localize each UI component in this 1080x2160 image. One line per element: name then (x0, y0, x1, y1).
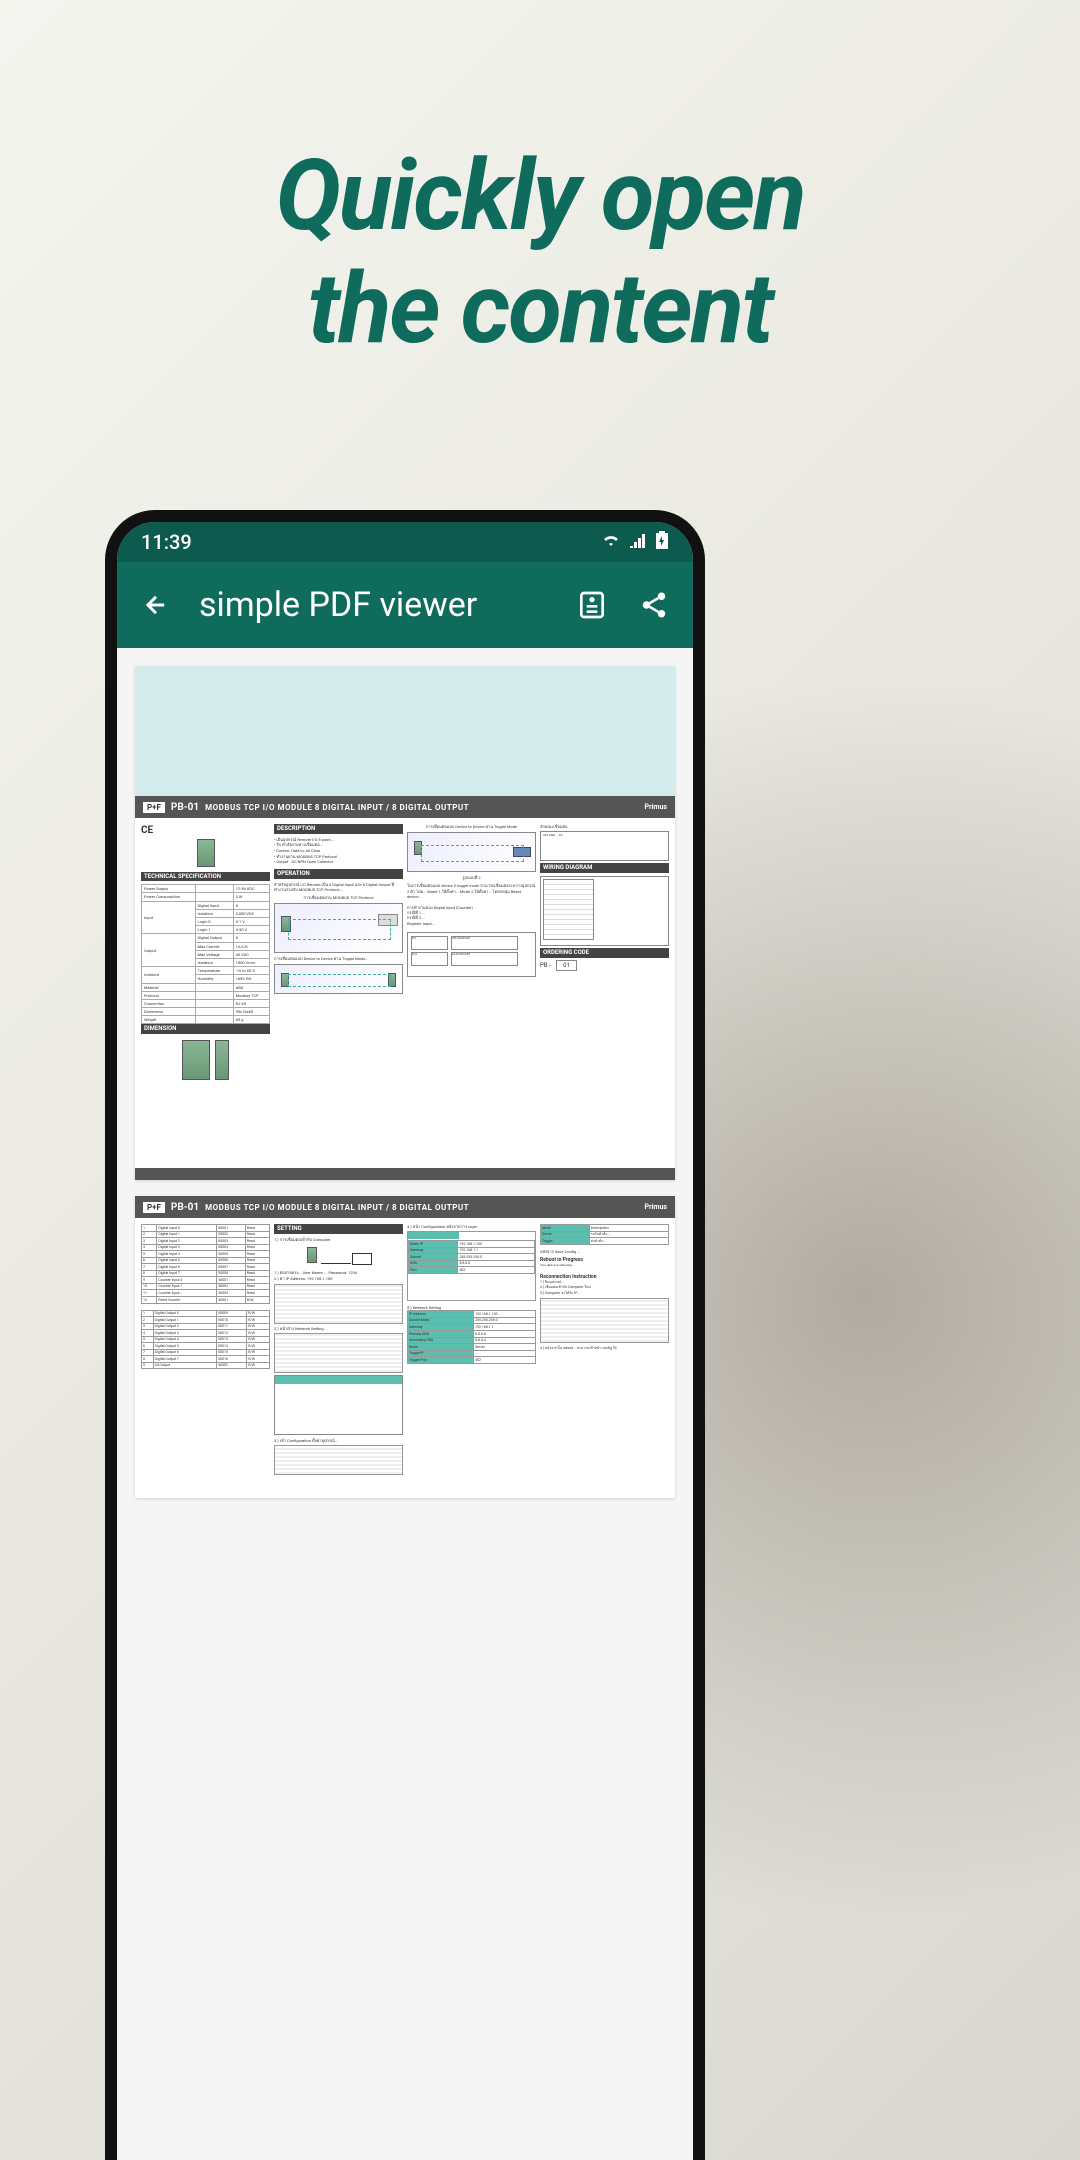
section-techspec: TECHNICAL SPECIFICATION (141, 872, 270, 882)
info-button[interactable] (573, 586, 611, 624)
brand-logo-2: P+F (143, 1202, 165, 1213)
doc-header-2: P+F PB-01 MODBUS TCP I/O MODULE 8 DIGITA… (135, 1196, 675, 1218)
section-operation: OPERATION (274, 869, 403, 879)
model-number-2: PB-01 (171, 1202, 199, 1213)
col-spec: CE TECHNICAL SPECIFICATION Power Supply1… (141, 824, 270, 1162)
net-setting-table: IP Address192.168.1.100 Subnet Mask255.2… (407, 1310, 536, 1363)
back-button[interactable] (137, 586, 175, 624)
model-number: PB-01 (171, 802, 199, 813)
brand-logo: P+F (143, 802, 165, 813)
ce-mark: CE (141, 824, 270, 837)
phone-screen: 11:39 simple PDF viewer (117, 522, 693, 2160)
battery-icon (655, 531, 669, 554)
network-diagram-1 (274, 903, 403, 953)
dimension-drawing (182, 1040, 210, 1080)
doc-body-1: CE TECHNICAL SPECIFICATION Power Supply1… (135, 818, 675, 1168)
pdf-page-1: P+F PB-01 MODBUS TCP I/O MODULE 8 DIGITA… (135, 666, 675, 1180)
register-table-output: 1Digital Output 000009R/W 2Digital Outpu… (141, 1310, 270, 1370)
doc-title: MODBUS TCP I/O MODULE 8 DIGITAL INPUT / … (205, 803, 638, 812)
doc-footer-1 (135, 1168, 675, 1180)
dimension-drawing-side (215, 1040, 229, 1080)
spec-table: Power Supply12-36 VDC Power Consumption3… (141, 884, 270, 1024)
connector-top: 24V GND ... D/I (540, 831, 669, 861)
page1-header-space (135, 666, 675, 796)
config-screenshot-3 (274, 1375, 403, 1435)
doc-body-2: 1Digital Input 000001Read 2Digital Input… (135, 1218, 675, 1498)
col-operation: DESCRIPTION • เป็นอุปกรณ์ Remote I/O 8 p… (274, 824, 403, 1162)
share-button[interactable] (635, 586, 673, 624)
marketing-headline: Quickly open the content (0, 140, 1080, 365)
mode-table: ModeDescription Serverรอรับคำสั่ง... Tog… (540, 1224, 669, 1245)
col-config: 4.) หน้า Configuration หลังจากการ login … (407, 1224, 536, 1492)
brand-text-2: Primus (644, 1203, 667, 1211)
order-value: 01 (556, 960, 577, 971)
brand-text: Primus (644, 803, 667, 811)
col-reconnect: ModeDescription Serverรอรับคำสั่ง... Tog… (540, 1224, 669, 1492)
wiring-diagram (540, 876, 669, 946)
doc-title-2: MODBUS TCP I/O MODULE 8 DIGITAL INPUT / … (205, 1203, 638, 1212)
col-setting: SETTING 1.) การเชื่อมต่อเข้ากับ Computer… (274, 1224, 403, 1492)
computer-icon (352, 1253, 372, 1265)
pdf-viewport[interactable]: P+F PB-01 MODBUS TCP I/O MODULE 8 DIGITA… (117, 648, 693, 2160)
network-diagram-2 (274, 964, 403, 994)
col-wiring: ลักษณะเชื่อมต่อ 24V GND ... D/I WIRING D… (540, 824, 669, 1162)
cmd-screenshot (540, 1298, 669, 1343)
headline-line1: Quickly open (0, 140, 1080, 253)
config-screenshot-4 (274, 1445, 403, 1475)
section-dimension: DIMENSION (141, 1024, 270, 1034)
module-icon-1 (307, 1247, 317, 1263)
col-registers: 1Digital Input 000001Read 2Digital Input… (141, 1224, 270, 1492)
config-screenshot-2 (274, 1333, 403, 1373)
wifi-icon (601, 532, 621, 553)
phone-frame: 11:39 simple PDF viewer (105, 510, 705, 2160)
register-table-input: 1Digital Input 000001Read 2Digital Input… (141, 1224, 270, 1304)
col-mode: การเชื่อมต่อแบบ Device to Device ผ่าน To… (407, 824, 536, 1162)
doc-header-1: P+F PB-01 MODBUS TCP I/O MODULE 8 DIGITA… (135, 796, 675, 818)
order-prefix: PB - (540, 962, 551, 969)
app-title: simple PDF viewer (199, 585, 549, 625)
status-icons (601, 531, 669, 554)
headline-line2: the content (0, 253, 1080, 366)
status-bar: 11:39 (117, 522, 693, 562)
block-diagram: D/I CPU MODULE D/O RJ45 SOCKET (407, 932, 536, 977)
network-diagram-3 (407, 832, 536, 872)
app-bar: simple PDF viewer (117, 562, 693, 648)
status-time: 11:39 (141, 530, 192, 554)
config-screenshot-1 (274, 1284, 403, 1324)
section-ordering: ORDERING CODE (540, 948, 669, 958)
pdf-page-2: P+F PB-01 MODBUS TCP I/O MODULE 8 DIGITA… (135, 1196, 675, 1498)
section-setting: SETTING (274, 1224, 403, 1234)
section-wiring: WIRING DIAGRAM (540, 863, 669, 873)
signal-icon (629, 532, 647, 553)
config-screenshot-5: Static IP192.168.1.100Gateway192.168.1.1… (407, 1231, 536, 1301)
module-illustration (197, 839, 215, 867)
section-description: DESCRIPTION (274, 824, 403, 834)
